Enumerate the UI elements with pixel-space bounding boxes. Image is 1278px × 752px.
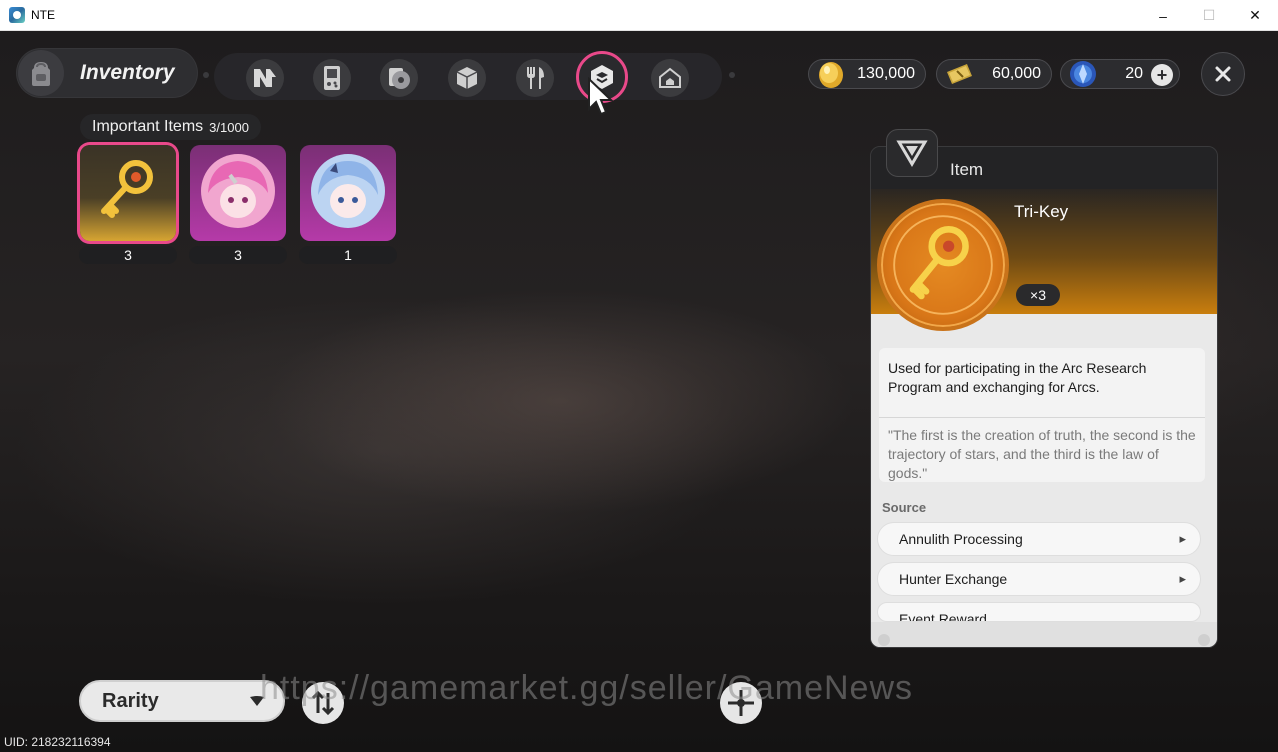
- window-title: NTE: [31, 8, 55, 22]
- currency-gold: 130,000: [808, 59, 926, 89]
- pink-hair-character-icon: [201, 154, 275, 228]
- item-description: Used for participating in the Arc Resear…: [888, 360, 1147, 395]
- divider: [879, 417, 1205, 418]
- section-label: Important Items: [92, 118, 204, 135]
- item-type-label: Item: [950, 160, 984, 179]
- minimize-button[interactable]: –: [1140, 0, 1186, 31]
- item-slot-tri-key[interactable]: [80, 145, 176, 241]
- crystal-icon: [1070, 61, 1096, 87]
- maximize-button[interactable]: ☐: [1186, 0, 1232, 31]
- important-items-header: Important Items 3/1000: [80, 114, 261, 140]
- source-item-label: Hunter Exchange: [899, 571, 1008, 587]
- chevron-right-icon: ▸: [1179, 571, 1186, 586]
- triangle-logo-icon: [896, 140, 928, 167]
- fork-knife-icon[interactable]: [516, 59, 554, 97]
- app-logo-icon: [9, 7, 25, 23]
- inventory-header: Inventory: [16, 48, 198, 98]
- watermark-text: https://gamemarket.gg/seller/GameNews: [260, 669, 914, 707]
- house-icon[interactable]: [651, 59, 689, 97]
- window-titlebar: NTE – ☐ ✕: [0, 0, 1278, 31]
- cube-icon[interactable]: [448, 59, 486, 97]
- n-logo-icon[interactable]: [246, 59, 284, 97]
- panel-badge: [886, 129, 938, 177]
- source-label: Source: [882, 500, 927, 515]
- item-quantity: ×3: [1016, 284, 1060, 306]
- gold-coin-icon: [819, 62, 843, 88]
- section-count: 3/1000: [209, 119, 249, 135]
- close-inventory-button[interactable]: [1201, 52, 1245, 96]
- scroll-dot: [878, 634, 890, 646]
- item-info-body: Used for participating in the Arc Resear…: [871, 314, 1217, 647]
- page-title: Inventory: [80, 61, 175, 84]
- description-box: Used for participating in the Arc Resear…: [879, 348, 1205, 482]
- close-icon: [1215, 66, 1231, 82]
- source-item-label: Event Reward: [899, 611, 987, 622]
- source-item-label: Annulith Processing: [899, 531, 1023, 547]
- disc-card-icon[interactable]: [380, 59, 418, 97]
- item-flavor-quote: "The first is the creation of truth, the…: [888, 427, 1196, 481]
- currency-ticket: 60,000: [936, 59, 1052, 89]
- window-controls: – ☐ ✕: [1140, 0, 1278, 31]
- item-count: 1: [299, 246, 397, 264]
- item-name: Tri-Key: [1014, 202, 1069, 221]
- golden-key-icon: [101, 160, 153, 218]
- panel-footer: [871, 622, 1217, 647]
- currency-crystal: 20 +: [1060, 59, 1180, 89]
- source-item-hunter-exchange[interactable]: Hunter Exchange ▸: [877, 562, 1201, 596]
- blue-hair-character-icon: [311, 154, 385, 228]
- uid-label: UID: 218232116394: [4, 735, 111, 749]
- item-slot-character-1[interactable]: [190, 145, 286, 241]
- scroll-dot: [1198, 634, 1210, 646]
- item-count: 3: [189, 246, 287, 264]
- source-item-annulith[interactable]: Annulith Processing ▸: [877, 522, 1201, 556]
- sort-dropdown-label: Rarity: [102, 689, 159, 712]
- ticket-amount: 60,000: [992, 65, 1041, 82]
- crystal-amount: 20: [1125, 65, 1143, 82]
- ticket-icon: [947, 64, 972, 84]
- mouse-cursor-icon: [588, 77, 614, 116]
- item-count: 3: [79, 246, 177, 264]
- item-detail-panel: Item Used for participating in the Arc R…: [870, 146, 1218, 648]
- item-slot-character-2[interactable]: [300, 145, 396, 241]
- gold-amount: 130,000: [857, 65, 915, 82]
- source-item-event-reward[interactable]: Event Reward: [877, 602, 1201, 622]
- tab-separator: [203, 72, 209, 78]
- close-window-button[interactable]: ✕: [1232, 0, 1278, 31]
- tab-separator: [729, 72, 735, 78]
- game-viewport: Inventory 130,000 60,000 20 + Important …: [0, 31, 1278, 752]
- sort-dropdown[interactable]: Rarity: [79, 680, 285, 722]
- handheld-device-icon[interactable]: [313, 59, 351, 97]
- chevron-right-icon: ▸: [1179, 531, 1186, 546]
- backpack-icon: [18, 50, 64, 96]
- add-crystal-button[interactable]: +: [1151, 64, 1173, 86]
- tri-key-medal-icon: [877, 199, 1009, 331]
